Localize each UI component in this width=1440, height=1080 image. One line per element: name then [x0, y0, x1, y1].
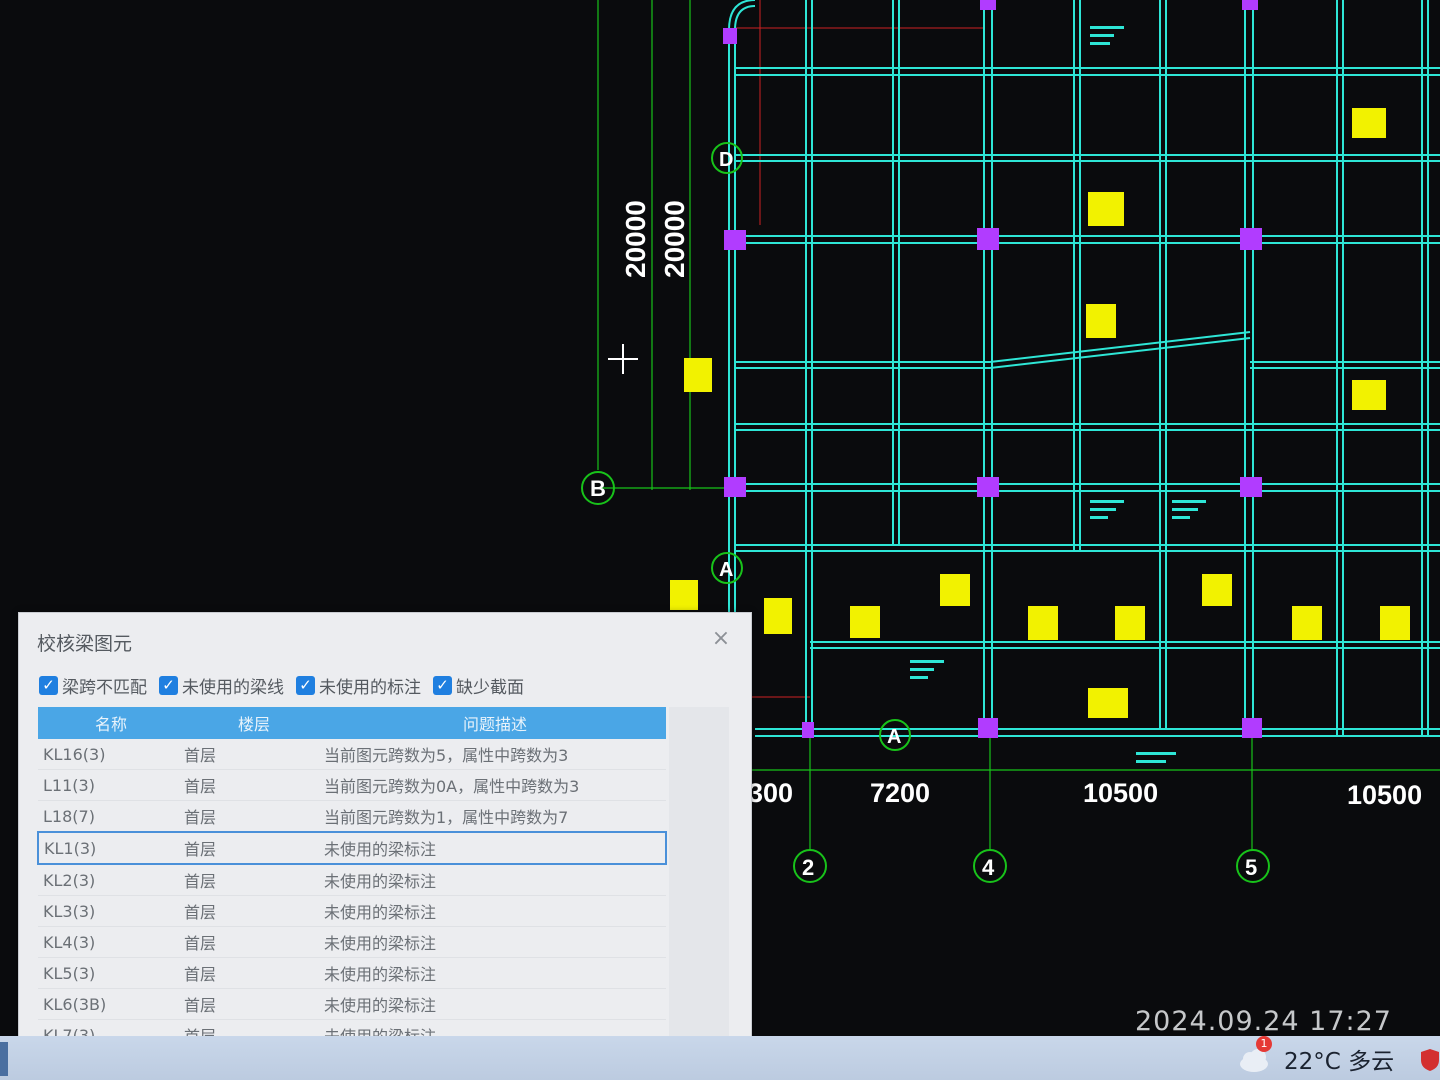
table-row[interactable]: KL2(3) 首层 未使用的梁标注: [38, 864, 666, 896]
cell-floor: 首层: [184, 769, 324, 801]
column-header-floor[interactable]: 楼层: [184, 707, 324, 739]
cell-description: 当前图元跨数为1，属性中跨数为7: [324, 800, 666, 833]
filter-label: 未使用的标注: [319, 677, 421, 698]
axis-label-a-bottom: A: [887, 726, 901, 748]
small-annotations: [910, 26, 1206, 763]
axis-label-b: B: [590, 476, 606, 501]
cell-floor: 首层: [184, 831, 324, 865]
cell-name: L11(3): [38, 769, 184, 801]
axis-label-2: 2: [802, 855, 814, 880]
filter-span-mismatch[interactable]: ✓ 梁跨不匹配: [39, 673, 147, 698]
cell-name: KL1(3): [37, 831, 184, 865]
table-row[interactable]: KL3(3) 首层 未使用的梁标注: [38, 895, 666, 927]
cell-name: L18(7): [38, 800, 184, 833]
notification-badge: 1: [1256, 1036, 1272, 1052]
axis-label-a-left: A: [719, 559, 733, 581]
cell-floor: 首层: [184, 739, 324, 770]
cell-name: KL2(3): [38, 864, 184, 896]
dim-vertical-outer: 20000: [620, 200, 651, 278]
weather-text[interactable]: 22°C 多云: [1284, 1042, 1394, 1076]
table-row[interactable]: L11(3) 首层 当前图元跨数为0A，属性中跨数为3: [38, 769, 666, 801]
vertical-scrollbar[interactable]: [669, 707, 729, 1043]
cell-name: KL3(3): [38, 895, 184, 927]
cell-floor: 首层: [184, 864, 324, 896]
beam-lines: [728, 0, 1440, 737]
axis-label-5: 5: [1245, 855, 1257, 880]
table-row[interactable]: L18(7) 首层 当前图元跨数为1，属性中跨数为7: [38, 800, 666, 833]
dim-vertical-inner: 20000: [659, 200, 690, 278]
filter-unused-annotation[interactable]: ✓ 未使用的标注: [296, 673, 421, 698]
cell-floor: 首层: [184, 895, 324, 927]
table-row[interactable]: KL16(3) 首层 当前图元跨数为5，属性中跨数为3: [38, 739, 666, 770]
cell-description: 当前图元跨数为0A，属性中跨数为3: [324, 769, 666, 801]
beam-annotations: [670, 108, 1410, 718]
checkbox-checked-icon[interactable]: ✓: [296, 675, 315, 695]
windows-taskbar: 1 22°C 多云: [0, 1036, 1440, 1080]
column-header-name[interactable]: 名称: [38, 707, 184, 739]
table-row[interactable]: KL6(3B) 首层 未使用的梁标注: [38, 988, 666, 1020]
checkbox-checked-icon[interactable]: ✓: [433, 675, 452, 695]
filter-label: 缺少截面: [456, 677, 524, 698]
dim-bottom-4: 10500: [1347, 780, 1422, 810]
cell-name: KL6(3B): [38, 988, 184, 1020]
column-header-description[interactable]: 问题描述: [324, 707, 666, 739]
table-row[interactable]: KL5(3) 首层 未使用的梁标注: [38, 957, 666, 989]
check-beam-dialog: 校核梁图元 × ✓ 梁跨不匹配 ✓ 未使用的梁线 ✓ 未使用的标注 ✓ 缺少截面…: [18, 612, 752, 1044]
axis-label-4: 4: [982, 855, 995, 880]
cell-name: KL16(3): [38, 739, 184, 770]
dim-bottom-3: 10500: [1083, 778, 1158, 808]
dim-bottom-1: 300: [748, 778, 793, 808]
filter-checkboxes: ✓ 梁跨不匹配 ✓ 未使用的梁线 ✓ 未使用的标注 ✓ 缺少截面: [39, 673, 524, 698]
taskbar-app-button[interactable]: [0, 1042, 8, 1076]
cell-description: 未使用的梁标注: [324, 864, 666, 896]
cell-description: 未使用的梁标注: [324, 957, 666, 989]
filter-unused-beam-line[interactable]: ✓ 未使用的梁线: [159, 673, 284, 698]
cell-floor: 首层: [184, 926, 324, 958]
cell-description: 未使用的梁标注: [324, 895, 666, 927]
axis-label-d: D: [719, 149, 733, 171]
cell-name: KL5(3): [38, 957, 184, 989]
photo-timestamp: 2024.09.24 17:27: [1135, 1006, 1392, 1037]
filter-missing-section[interactable]: ✓ 缺少截面: [433, 673, 524, 698]
result-table: 名称 楼层 问题描述 KL16(3) 首层 当前图元跨数为5，属性中跨数为3 L11(…: [37, 707, 667, 1043]
table-row[interactable]: KL4(3) 首层 未使用的梁标注: [38, 926, 666, 958]
cell-floor: 首层: [184, 800, 324, 833]
crosshair-cursor: [608, 344, 638, 374]
cell-description: 未使用的梁标注: [324, 988, 666, 1020]
table-row[interactable]: KL1(3) 首层 未使用的梁标注: [37, 831, 667, 865]
filter-label: 梁跨不匹配: [62, 677, 147, 698]
cell-floor: 首层: [184, 957, 324, 989]
cell-description: 当前图元跨数为5，属性中跨数为3: [324, 739, 666, 770]
cell-name: KL4(3): [38, 926, 184, 958]
table-header-row: 名称 楼层 问题描述: [38, 707, 666, 739]
checkbox-checked-icon[interactable]: ✓: [39, 675, 58, 695]
table-body: KL16(3) 首层 当前图元跨数为5，属性中跨数为3 L11(3) 首层 当前图元跨数为…: [37, 739, 667, 1043]
cell-floor: 首层: [184, 988, 324, 1020]
dim-bottom-2: 7200: [870, 778, 930, 808]
cell-description: 未使用的梁标注: [324, 831, 667, 865]
dialog-title: 校核梁图元: [37, 633, 133, 655]
close-icon[interactable]: ×: [709, 627, 733, 651]
checkbox-checked-icon[interactable]: ✓: [159, 675, 178, 695]
shield-icon[interactable]: [1420, 1048, 1440, 1072]
filter-label: 未使用的梁线: [182, 677, 284, 698]
cell-description: 未使用的梁标注: [324, 926, 666, 958]
